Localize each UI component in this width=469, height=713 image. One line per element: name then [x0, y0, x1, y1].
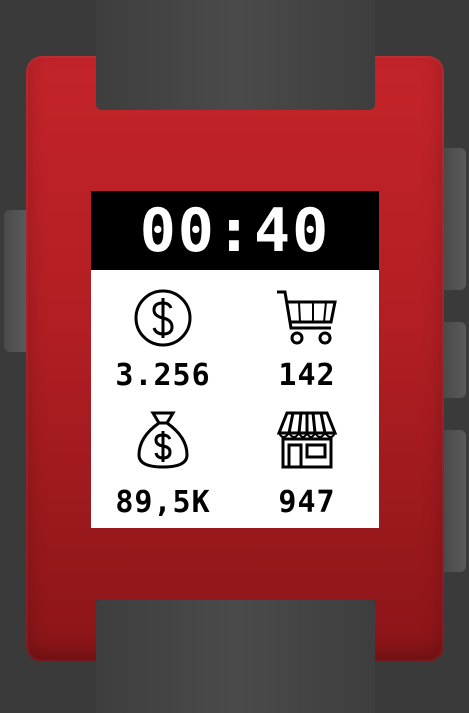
stat-value: 142 [278, 358, 336, 393]
pebble-watch: 00:40 3.256 142 89,5K 947 [0, 0, 469, 713]
watch-strap-bottom-overlay [96, 600, 375, 713]
stat-stores[interactable]: 947 [235, 399, 379, 528]
down-button[interactable] [444, 430, 466, 572]
stat-orders[interactable]: 142 [235, 270, 379, 399]
stat-value: 947 [278, 485, 336, 520]
up-button[interactable] [444, 148, 466, 290]
select-button[interactable] [444, 322, 466, 398]
clock-display: 00:40 [91, 191, 379, 270]
dollar-coin-icon [134, 289, 192, 347]
stat-value: 89,5K [115, 485, 211, 520]
watch-screen: 00:40 3.256 142 89,5K 947 [91, 191, 379, 528]
shopping-cart-icon [277, 290, 337, 345]
stat-revenue[interactable]: 3.256 [91, 270, 235, 399]
stat-profit[interactable]: 89,5K [91, 399, 235, 528]
storefront-icon [277, 411, 337, 469]
back-button[interactable] [4, 210, 26, 352]
money-bag-icon [137, 411, 189, 469]
stat-value: 3.256 [115, 358, 211, 393]
watch-strap-top-overlay [96, 0, 375, 110]
